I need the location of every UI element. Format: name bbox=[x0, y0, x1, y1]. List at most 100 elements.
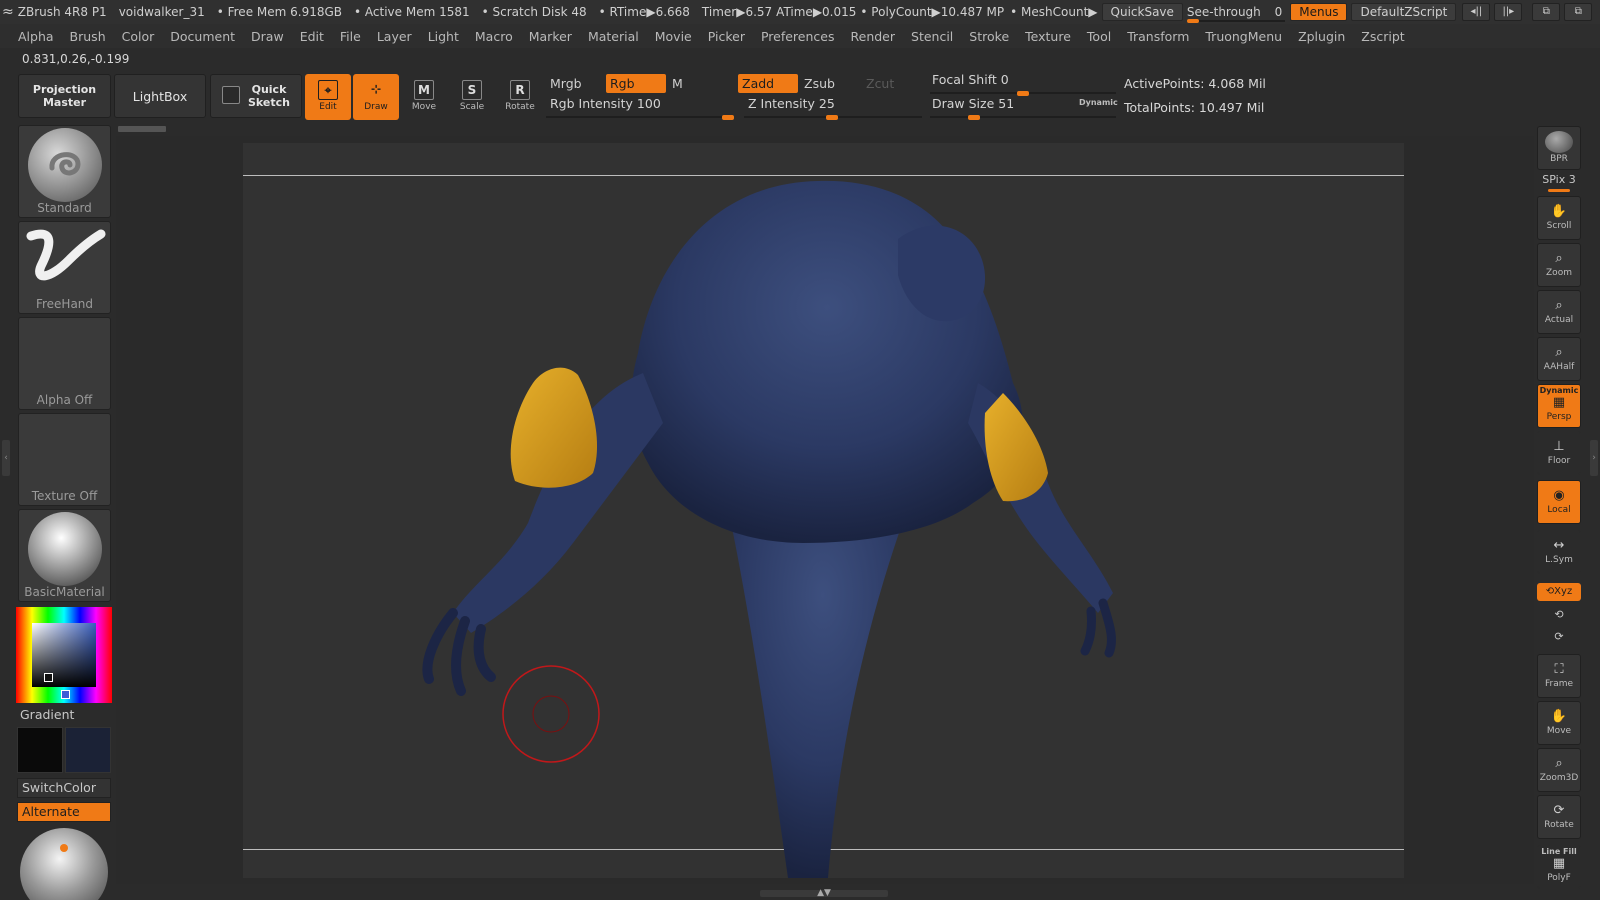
projection-master-button[interactable]: Projection Master bbox=[18, 74, 111, 118]
ui-expand-icon[interactable]: ||▸ bbox=[1494, 3, 1523, 21]
menu-marker[interactable]: Marker bbox=[529, 29, 572, 44]
spix-control[interactable]: SPix 3 bbox=[1537, 173, 1581, 186]
zadd-toggle[interactable]: Zadd bbox=[738, 74, 798, 93]
menu-edit[interactable]: Edit bbox=[300, 29, 324, 44]
menu-movie[interactable]: Movie bbox=[655, 29, 692, 44]
sculpt-model[interactable] bbox=[243, 143, 1404, 878]
frame-button[interactable]: ⛶ Frame bbox=[1537, 654, 1581, 698]
menu-zscript[interactable]: Zscript bbox=[1361, 29, 1404, 44]
menu-render[interactable]: Render bbox=[851, 29, 896, 44]
atime: ATime▶0.015 bbox=[776, 5, 857, 19]
right-tray-toggle-icon[interactable]: › bbox=[1590, 440, 1598, 476]
left-tray-toggle-icon[interactable]: ‹ bbox=[2, 440, 10, 476]
quicksave-button[interactable]: QuickSave bbox=[1101, 3, 1183, 21]
zsub-toggle[interactable]: Zsub bbox=[800, 74, 860, 93]
edit-button[interactable]: ⌖ Edit bbox=[305, 74, 351, 120]
scroll-button[interactable]: ✋ Scroll bbox=[1537, 196, 1581, 240]
menu-alpha[interactable]: Alpha bbox=[18, 29, 54, 44]
floor-label: Floor bbox=[1547, 456, 1571, 466]
color-picker[interactable] bbox=[16, 607, 112, 703]
focal-shift-slider[interactable]: Focal Shift 0 bbox=[930, 72, 1116, 96]
rgb-intensity-slider[interactable]: Rgb Intensity 100 bbox=[546, 96, 734, 120]
bottom-tray-toggle-icon[interactable]: ▲▼ bbox=[760, 889, 888, 898]
floor-button[interactable]: ⊥ Floor bbox=[1537, 431, 1581, 475]
z-intensity-knob[interactable] bbox=[826, 115, 838, 120]
material-picker[interactable]: BasicMaterial bbox=[18, 509, 111, 602]
default-zscript-button[interactable]: DefaultZScript bbox=[1351, 3, 1457, 21]
local-button[interactable]: ◉ Local bbox=[1537, 480, 1581, 524]
draw-button[interactable]: ⊹ Draw bbox=[353, 74, 399, 120]
hue-marker[interactable] bbox=[61, 690, 70, 699]
persp-button[interactable]: Dynamic ▦ Persp bbox=[1537, 384, 1581, 428]
stroke-label: FreeHand bbox=[35, 297, 94, 311]
lightbox-button[interactable]: LightBox bbox=[114, 74, 206, 118]
m-toggle[interactable]: M bbox=[668, 74, 728, 93]
actual-size-icon: ⌕ bbox=[1555, 298, 1563, 313]
layout-icon[interactable]: ⧉ bbox=[1532, 3, 1561, 21]
gradient-toggle[interactable]: Gradient bbox=[20, 707, 74, 722]
menu-preferences[interactable]: Preferences bbox=[761, 29, 835, 44]
move-view-button[interactable]: ✋ Move bbox=[1537, 701, 1581, 745]
menu-zplugin[interactable]: Zplugin bbox=[1298, 29, 1345, 44]
menu-document[interactable]: Document bbox=[170, 29, 235, 44]
brush-picker[interactable]: Standard bbox=[18, 125, 111, 218]
edit-label: Edit bbox=[319, 102, 337, 112]
rotate-z-icon[interactable]: ⟳ bbox=[1537, 630, 1581, 643]
zoom-button[interactable]: ⌕ Zoom bbox=[1537, 243, 1581, 287]
see-through-knob[interactable] bbox=[1186, 19, 1199, 23]
menu-brush[interactable]: Brush bbox=[70, 29, 106, 44]
menu-file[interactable]: File bbox=[340, 29, 361, 44]
horizontal-scrollbar[interactable] bbox=[118, 126, 166, 132]
document-area[interactable] bbox=[243, 143, 1404, 878]
menu-transform[interactable]: Transform bbox=[1127, 29, 1189, 44]
z-intensity-slider[interactable]: Z Intensity 25 bbox=[744, 96, 922, 120]
move-button[interactable]: M Move bbox=[401, 74, 447, 120]
rotate-button[interactable]: R Rotate bbox=[497, 74, 543, 120]
color-square[interactable] bbox=[32, 623, 96, 687]
alpha-picker[interactable]: Alpha Off bbox=[18, 317, 111, 410]
menu-macro[interactable]: Macro bbox=[475, 29, 513, 44]
spix-knob[interactable] bbox=[1548, 189, 1570, 192]
secondary-color-swatch[interactable] bbox=[65, 727, 111, 773]
zcut-toggle[interactable]: Zcut bbox=[862, 74, 922, 93]
rgb-toggle[interactable]: Rgb bbox=[606, 74, 666, 93]
switch-color-button[interactable]: SwitchColor bbox=[17, 778, 111, 798]
menu-stencil[interactable]: Stencil bbox=[911, 29, 953, 44]
color-picker-marker[interactable] bbox=[44, 673, 53, 682]
alternate-button[interactable]: Alternate bbox=[17, 802, 111, 822]
menu-texture[interactable]: Texture bbox=[1025, 29, 1071, 44]
polyf-button[interactable]: Line Fill ▦ PolyF bbox=[1537, 845, 1581, 889]
stroke-picker[interactable]: FreeHand bbox=[18, 221, 111, 314]
aahalf-label: AAHalf bbox=[1543, 362, 1575, 372]
scale-button[interactable]: S Scale bbox=[449, 74, 495, 120]
draw-size-knob[interactable] bbox=[968, 115, 980, 120]
menu-color[interactable]: Color bbox=[122, 29, 155, 44]
ui-shrink-icon[interactable]: ◂|| bbox=[1462, 3, 1491, 21]
layout-alt-icon[interactable]: ⧉ bbox=[1564, 3, 1593, 21]
bpr-button[interactable]: BPR bbox=[1537, 126, 1581, 170]
rotate-y-icon[interactable]: ⟲ bbox=[1537, 608, 1581, 621]
menu-truongmenu[interactable]: TruongMenu bbox=[1205, 29, 1282, 44]
mrgb-toggle[interactable]: Mrgb bbox=[546, 74, 604, 93]
texture-picker[interactable]: Texture Off bbox=[18, 413, 111, 506]
menu-layer[interactable]: Layer bbox=[377, 29, 412, 44]
xyz-toggle[interactable]: ⟲Xyz bbox=[1537, 583, 1581, 601]
menu-tool[interactable]: Tool bbox=[1087, 29, 1111, 44]
menu-stroke[interactable]: Stroke bbox=[969, 29, 1009, 44]
menus-button[interactable]: Menus bbox=[1290, 3, 1348, 21]
lsym-button[interactable]: ↔ L.Sym bbox=[1537, 530, 1581, 574]
rotate-view-button[interactable]: ⟳ Rotate bbox=[1537, 795, 1581, 839]
zoom3d-button[interactable]: ⌕ Zoom3D bbox=[1537, 748, 1581, 792]
menu-material[interactable]: Material bbox=[588, 29, 639, 44]
menu-draw[interactable]: Draw bbox=[251, 29, 284, 44]
standard-brush-icon bbox=[27, 128, 102, 202]
light-position-marker[interactable] bbox=[60, 844, 68, 852]
actual-button[interactable]: ⌕ Actual bbox=[1537, 290, 1581, 334]
menu-picker[interactable]: Picker bbox=[708, 29, 745, 44]
see-through-slider[interactable]: See-through 0 bbox=[1186, 5, 1285, 23]
rgb-intensity-knob[interactable] bbox=[722, 115, 734, 120]
menu-light[interactable]: Light bbox=[428, 29, 459, 44]
aahalf-button[interactable]: ⌕ AAHalf bbox=[1537, 337, 1581, 381]
dynamic-toggle[interactable]: Dynamic bbox=[1079, 98, 1118, 107]
primary-color-swatch[interactable] bbox=[17, 727, 63, 773]
